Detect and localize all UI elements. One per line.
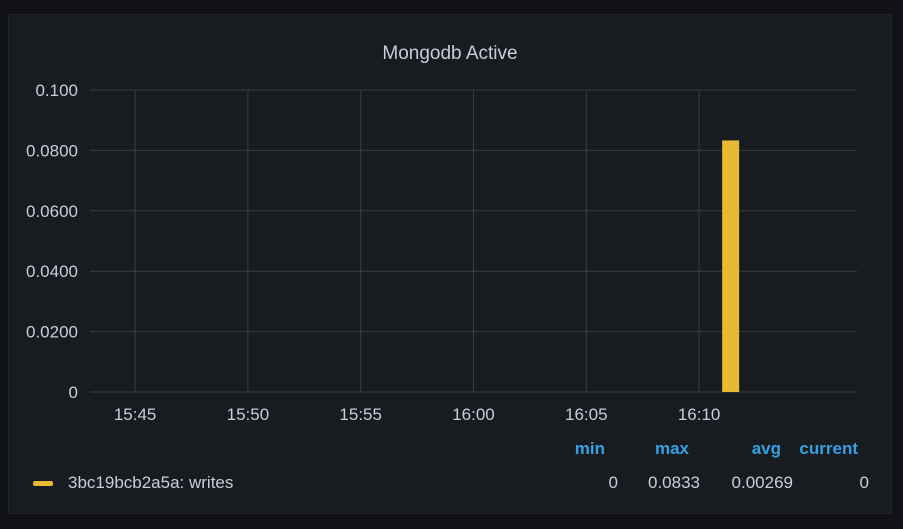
y-tick-label: 0.0200 xyxy=(26,323,78,342)
legend-header-min[interactable]: min xyxy=(557,439,605,459)
x-tick-label: 15:50 xyxy=(227,405,270,424)
x-tick-label: 16:05 xyxy=(565,405,608,424)
y-tick-label: 0.0400 xyxy=(26,262,78,281)
y-tick-label: 0.0800 xyxy=(26,141,78,160)
legend-max-value: 0.0833 xyxy=(648,473,700,492)
legend-avg-value: 0.00269 xyxy=(731,473,793,492)
legend-series-swatch[interactable] xyxy=(33,481,53,486)
legend-header-avg[interactable]: avg xyxy=(729,439,781,459)
y-tick-label: 0.100 xyxy=(35,81,78,100)
legend-series-label[interactable]: 3bc19bcb2a5a: writes xyxy=(68,473,233,493)
legend-row[interactable]: 3bc19bcb2a5a: writes 0 0.0833 0.00269 0 xyxy=(31,471,876,495)
legend-header-max[interactable]: max xyxy=(637,439,689,459)
legend-current-value: 0 xyxy=(859,473,869,492)
x-tick-label: 16:00 xyxy=(452,405,495,424)
chart-area: 0 0.0200 0.0400 0.0600 0.0800 0.100 15:45 15:50… xyxy=(26,81,857,424)
legend-min-value: 0 xyxy=(608,473,618,492)
x-tick-label: 15:45 xyxy=(114,405,157,424)
y-tick-label: 0.0600 xyxy=(26,202,78,221)
bar xyxy=(722,140,740,392)
x-tick-label: 15:55 xyxy=(339,405,382,424)
legend-header-current[interactable]: current xyxy=(789,439,858,459)
graph-panel: Mongodb Active 0 0.0200 0.0400 0.0600 0.0800… xyxy=(8,14,892,514)
y-tick-label: 0 xyxy=(69,383,78,402)
x-tick-label: 16:10 xyxy=(678,405,721,424)
